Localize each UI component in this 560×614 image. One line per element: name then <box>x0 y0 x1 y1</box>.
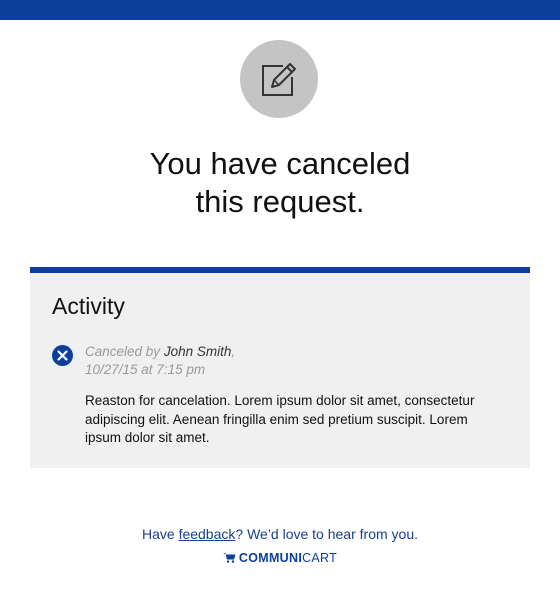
brand-logo[interactable]: COMMUNICART <box>0 551 560 565</box>
page-title-line-2: this request. <box>195 184 365 219</box>
close-icon <box>57 350 68 361</box>
activity-title: Activity <box>52 293 125 319</box>
page-title-line-1: You have canceled <box>149 146 411 181</box>
feedback-prefix: Have <box>141 526 179 542</box>
brand-name-light: CART <box>302 551 338 565</box>
close-circle-icon <box>52 345 73 366</box>
cart-icon <box>222 553 236 563</box>
activity-separator: , <box>231 344 236 359</box>
activity-panel: Activity Canceled by John Smith, 10/27/1… <box>30 267 530 468</box>
top-brand-bar <box>0 0 560 20</box>
brand-name-bold: COMMUNI <box>238 551 303 565</box>
activity-meta: Canceled by John Smith, 10/27/15 at 7:15… <box>85 343 235 379</box>
feedback-line: Have feedback? We’d love to hear from yo… <box>0 526 560 542</box>
cancel-reason: Reaston for cancelation. Lorem ipsum dol… <box>85 393 475 445</box>
activity-user: John Smith <box>163 344 232 359</box>
activity-timestamp: 10/27/15 at 7:15 pm <box>85 362 206 377</box>
feedback-suffix: ? We’d love to hear from you. <box>235 526 418 542</box>
edit-badge <box>240 40 318 118</box>
feedback-link[interactable]: feedback <box>179 526 236 542</box>
edit-icon <box>262 63 296 96</box>
activity-action: Canceled by <box>85 344 161 359</box>
page-title: You have canceled this request. <box>0 145 560 221</box>
